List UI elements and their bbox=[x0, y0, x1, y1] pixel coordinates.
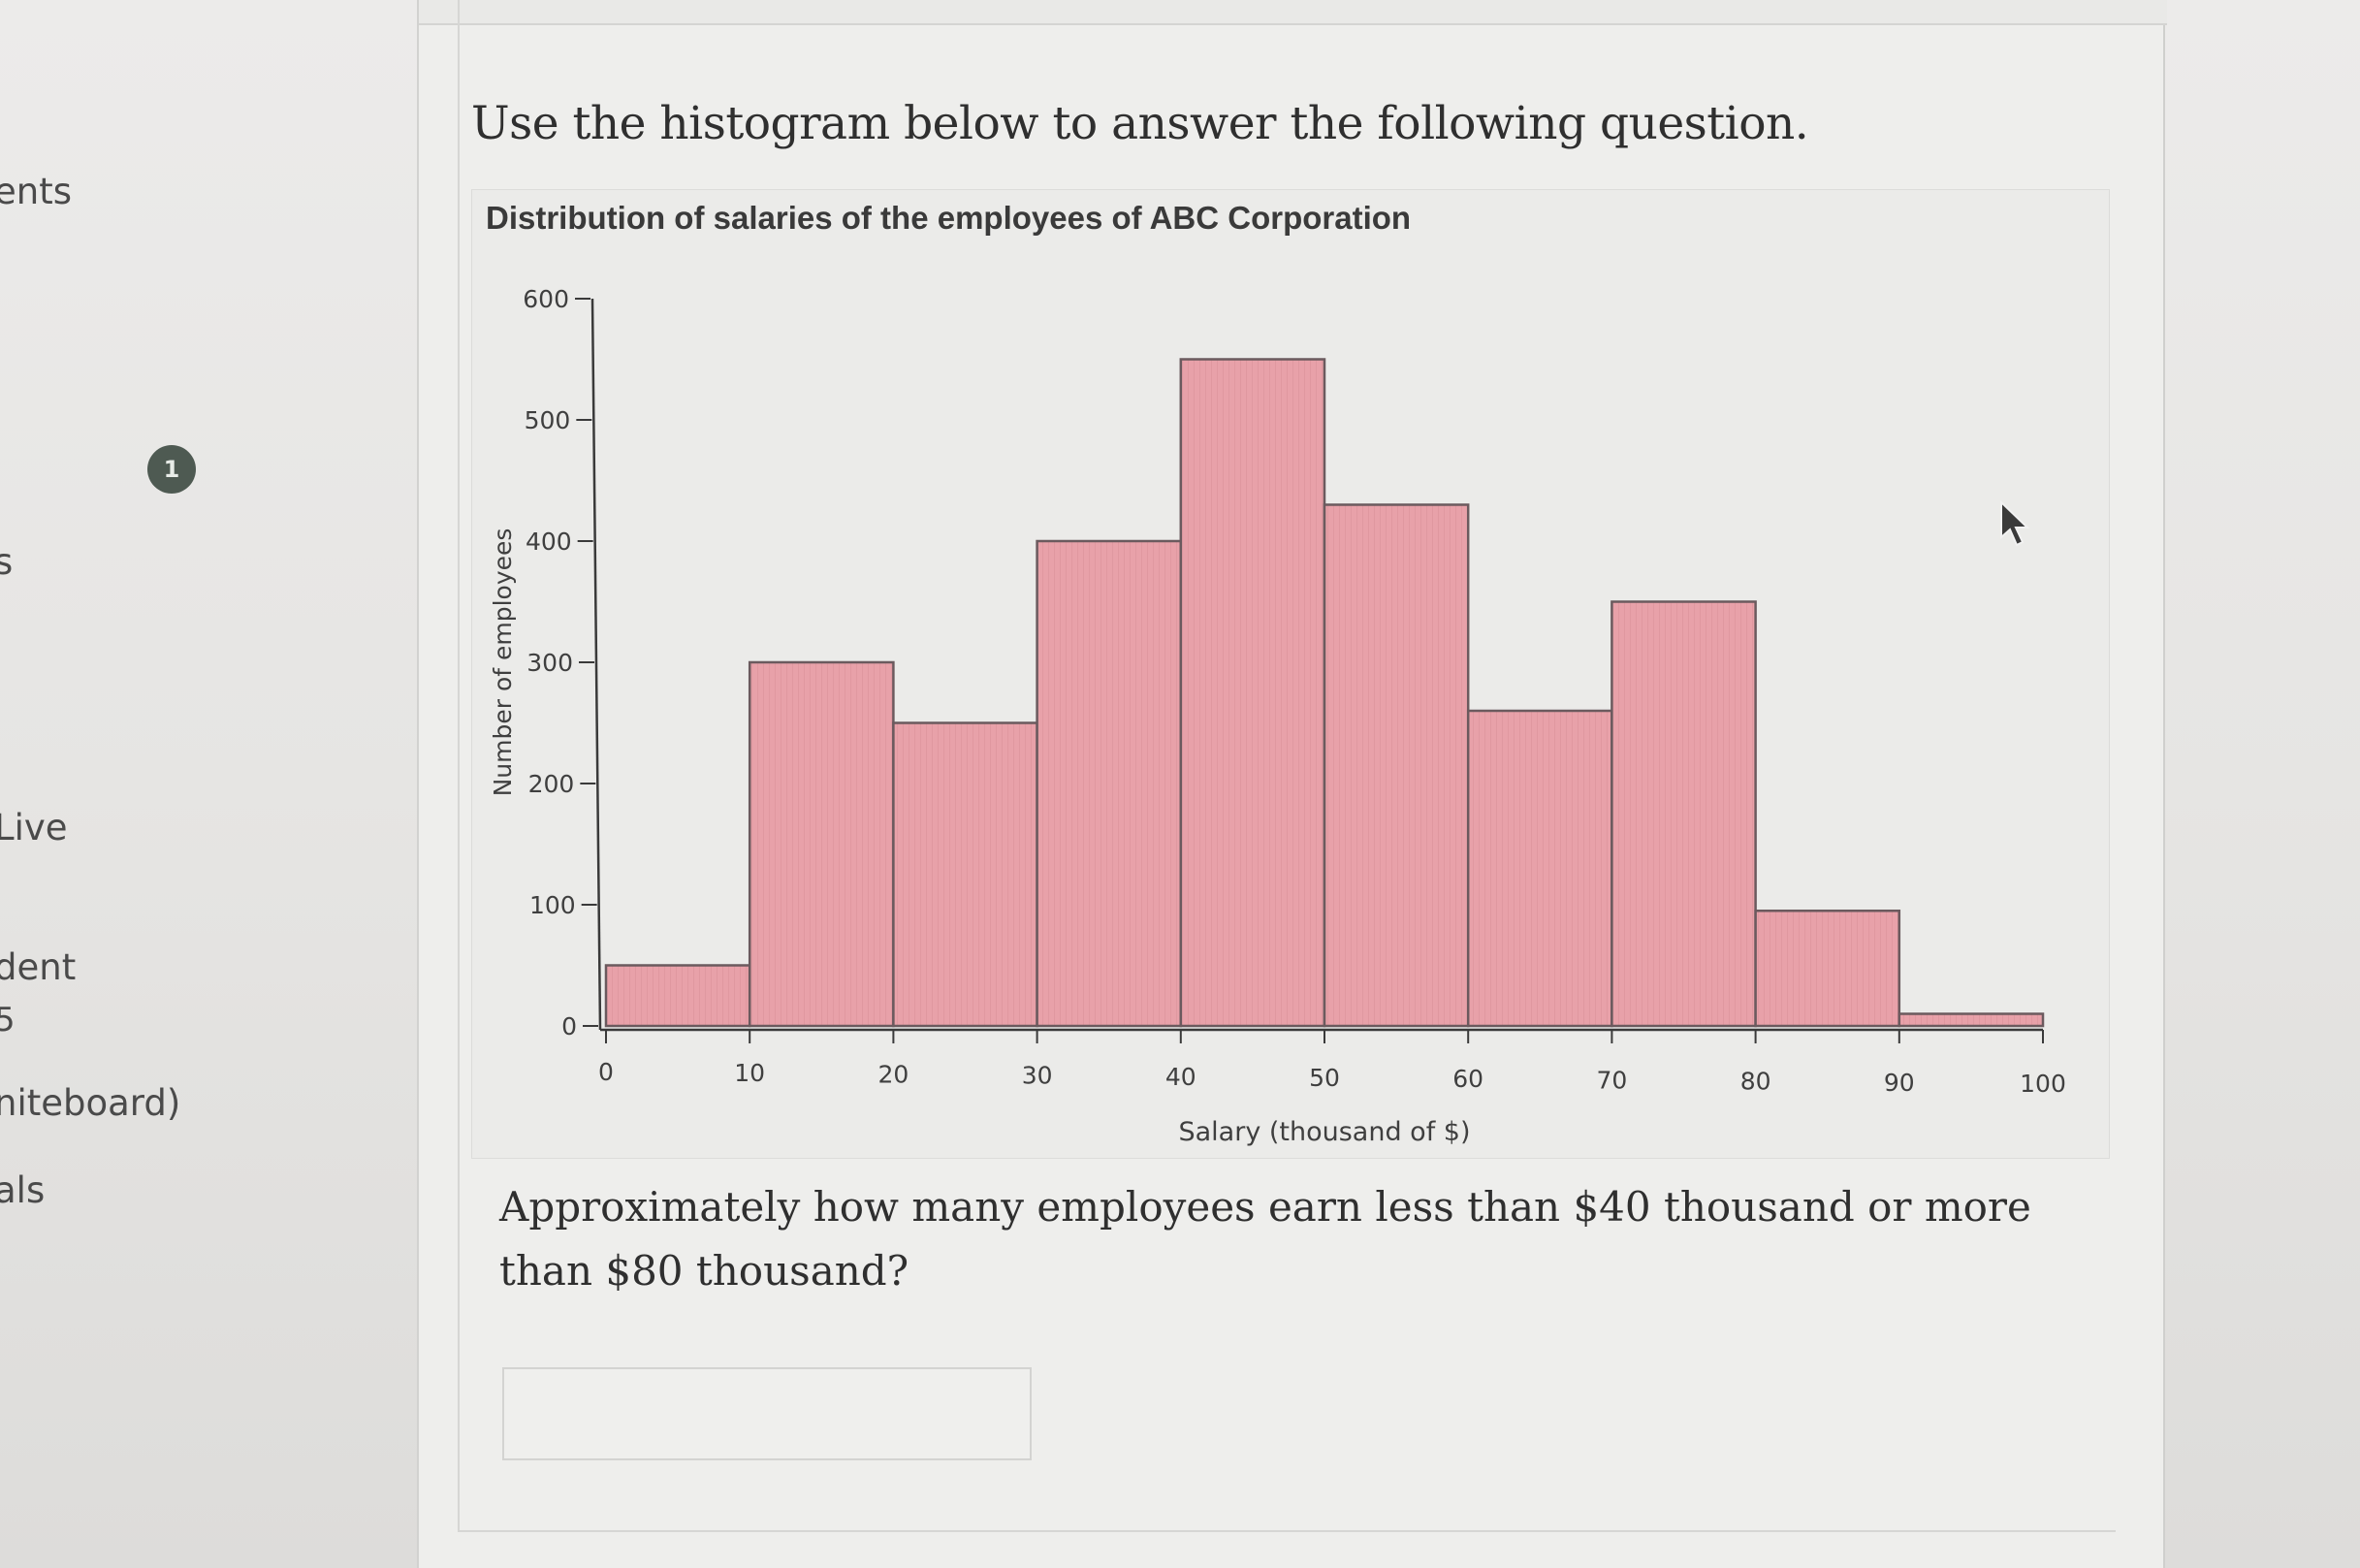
sidebar-item-fragment[interactable]: s bbox=[0, 541, 13, 583]
answer-input[interactable] bbox=[502, 1367, 1032, 1460]
histogram-svg: Distribution of salaries of the employee… bbox=[486, 200, 2066, 1147]
instruction-text: Use the histogram below to answer the fo… bbox=[471, 97, 1809, 150]
x-tick-label: 20 bbox=[877, 1060, 909, 1088]
mouse-pointer-icon bbox=[2000, 500, 2030, 547]
y-axis-line bbox=[590, 298, 602, 1031]
x-tick-label: 70 bbox=[1596, 1066, 1627, 1094]
sidebar-item-sub-fragment: 5 bbox=[0, 1001, 16, 1040]
y-tick-label: 0 bbox=[561, 1012, 577, 1040]
histogram-bar bbox=[1754, 910, 1901, 1028]
histogram-bar bbox=[892, 721, 1038, 1028]
histogram-bar bbox=[1323, 503, 1470, 1028]
sidebar-item-assignments[interactable]: ents bbox=[0, 171, 72, 212]
y-tick-label: 400 bbox=[526, 528, 572, 556]
screen: ents 1 s Live dent 5 niteboard) als Use … bbox=[0, 0, 2360, 1568]
sidebar-item-live[interactable]: Live bbox=[0, 807, 68, 848]
chart-title: Distribution of salaries of the employee… bbox=[486, 200, 1411, 236]
histogram-bar bbox=[748, 660, 895, 1028]
question-text: Approximately how many employees earn le… bbox=[499, 1183, 2031, 1295]
x-tick-label: 100 bbox=[2020, 1070, 2066, 1098]
x-tick-label: 80 bbox=[1740, 1068, 1771, 1096]
y-tick-label: 200 bbox=[528, 770, 575, 798]
y-tick-label: 100 bbox=[529, 891, 576, 919]
y-tick-label: 600 bbox=[523, 285, 569, 313]
histogram-bar bbox=[1898, 1012, 2045, 1028]
notification-badge: 1 bbox=[147, 445, 196, 494]
sidebar-item-student[interactable]: dent bbox=[0, 946, 76, 988]
histogram-bar bbox=[1179, 358, 1326, 1028]
histogram-chart: Distribution of salaries of the employee… bbox=[471, 189, 2110, 1159]
histogram-bar bbox=[1036, 539, 1183, 1028]
x-tick-label: 10 bbox=[734, 1059, 765, 1087]
histogram-bar bbox=[1611, 600, 1757, 1028]
y-tick-label: 300 bbox=[526, 649, 573, 677]
histogram-bar bbox=[1466, 709, 1613, 1028]
sidebar-item-whiteboard[interactable]: niteboard) bbox=[0, 1082, 180, 1124]
x-tick-label: 60 bbox=[1452, 1065, 1483, 1093]
x-tick-label: 30 bbox=[1022, 1062, 1053, 1090]
x-tick-label: 50 bbox=[1309, 1064, 1340, 1092]
x-tick-label: 90 bbox=[1884, 1069, 1915, 1097]
sidebar: ents 1 s Live dent 5 niteboard) als bbox=[0, 0, 417, 1568]
x-tick-label: 0 bbox=[598, 1058, 614, 1086]
sidebar-item-tools[interactable]: als bbox=[0, 1169, 45, 1211]
x-axis-label: Salary (thousand of $) bbox=[1178, 1117, 1470, 1147]
y-tick-label: 500 bbox=[525, 406, 571, 434]
x-tick-label: 40 bbox=[1165, 1063, 1196, 1091]
histogram-bar bbox=[604, 964, 751, 1028]
y-axis-label: Number of employees bbox=[489, 528, 517, 797]
